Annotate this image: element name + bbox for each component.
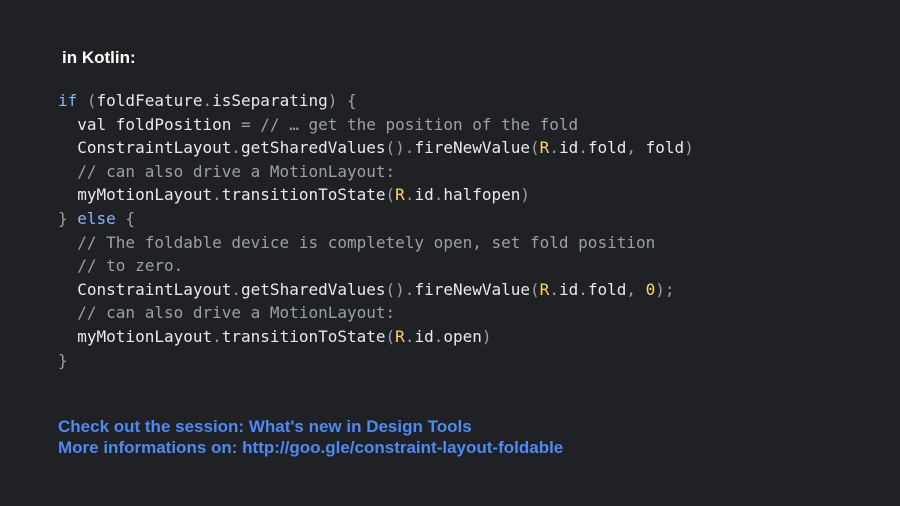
code-token: getSharedValues xyxy=(241,138,386,158)
code-token: (). xyxy=(385,138,415,158)
session-link[interactable]: Check out the session: What's new in Des… xyxy=(58,416,563,437)
code-token: fold xyxy=(587,138,627,158)
code-token: id xyxy=(414,326,434,346)
code-token: // can also drive a MotionLayout: xyxy=(58,303,396,323)
code-token: // to zero. xyxy=(58,256,184,276)
code-token: R xyxy=(395,185,405,205)
code-token: myMotionLayout xyxy=(58,185,213,205)
code-token: . xyxy=(549,279,559,299)
code-token: ConstraintLayout xyxy=(58,279,232,299)
code-token: } xyxy=(58,208,78,228)
code-token: ) { xyxy=(327,91,357,110)
code-token: ( xyxy=(77,91,97,110)
code-token: . xyxy=(578,138,588,158)
code-token: else xyxy=(77,208,116,228)
code-line: if (foldFeature.isSeparating) { xyxy=(58,89,694,113)
code-token: fireNewValue xyxy=(414,279,531,299)
code-token: . xyxy=(404,185,415,205)
links-section: Check out the session: What's new in Des… xyxy=(58,416,563,458)
code-token: ( xyxy=(530,138,540,158)
code-token: // The foldable device is completely ope… xyxy=(58,232,656,252)
code-token: halfopen xyxy=(443,185,521,205)
code-token: . xyxy=(433,185,444,205)
code-token: . xyxy=(578,279,588,299)
code-token: open xyxy=(443,326,482,346)
code-token: } xyxy=(58,350,68,370)
code-token: . xyxy=(404,326,415,346)
code-token: . xyxy=(202,91,213,110)
code-line: // to zero. xyxy=(58,254,694,278)
code-token: fireNewValue xyxy=(414,138,531,158)
code-token: transitionToState xyxy=(221,185,386,205)
code-token: id xyxy=(558,138,579,158)
code-token: . xyxy=(212,185,222,205)
code-token: if xyxy=(58,91,78,110)
code-token: id xyxy=(558,279,579,299)
code-token: myMotionLayout xyxy=(58,326,213,346)
slide: in Kotlin: if (foldFeature.isSeparating)… xyxy=(0,0,900,506)
code-line: // can also drive a MotionLayout: xyxy=(58,160,694,184)
code-token: transitionToState xyxy=(221,326,386,346)
code-line: } else { xyxy=(58,207,694,231)
code-token: . xyxy=(212,326,222,346)
code-token: getSharedValues xyxy=(241,279,386,299)
code-token: ); xyxy=(655,279,675,299)
code-token: ) xyxy=(481,326,492,346)
code-token: , xyxy=(626,138,646,158)
code-token: , xyxy=(626,279,646,299)
code-token: . xyxy=(231,279,242,299)
code-token: 0 xyxy=(645,279,656,299)
code-token: isSeparating xyxy=(212,91,328,110)
code-token: ( xyxy=(385,326,396,346)
code-token: R xyxy=(539,138,550,158)
code-token: fold xyxy=(587,279,627,299)
code-line: myMotionLayout.transitionToState(R.id.op… xyxy=(58,325,694,349)
code-token: . xyxy=(231,138,242,158)
code-token: val foldPosition xyxy=(58,114,242,134)
code-token: ) xyxy=(684,138,694,158)
code-token: . xyxy=(433,326,444,346)
code-line: // The foldable device is completely ope… xyxy=(58,231,694,255)
code-token: id xyxy=(414,185,434,205)
code-token: foldFeature xyxy=(96,91,203,110)
code-line: ConstraintLayout.getSharedValues().fireN… xyxy=(58,136,694,160)
code-token: R xyxy=(395,326,405,346)
language-heading: in Kotlin: xyxy=(62,48,136,67)
info-link[interactable]: More informations on: http://goo.gle/con… xyxy=(58,437,563,458)
code-token: { xyxy=(115,208,136,228)
code-token: fold xyxy=(645,138,685,158)
code-line: myMotionLayout.transitionToState(R.id.ha… xyxy=(58,183,694,207)
code-token: R xyxy=(539,279,550,299)
code-line: val foldPosition = // … get the position… xyxy=(58,113,694,137)
code-token: . xyxy=(549,138,559,158)
code-line: // can also drive a MotionLayout: xyxy=(58,301,694,325)
code-token: // … get the position of the fold xyxy=(260,114,579,134)
code-block: if (foldFeature.isSeparating) { val fold… xyxy=(58,89,694,372)
code-token: = xyxy=(241,114,261,134)
code-line: } xyxy=(58,349,694,373)
code-token: ) xyxy=(520,185,531,205)
code-token: // can also drive a MotionLayout: xyxy=(58,161,396,181)
code-token: (). xyxy=(385,279,415,299)
code-token: ( xyxy=(530,279,540,299)
code-line: ConstraintLayout.getSharedValues().fireN… xyxy=(58,278,694,302)
code-token: ConstraintLayout xyxy=(58,138,232,158)
code-token: ( xyxy=(385,185,396,205)
